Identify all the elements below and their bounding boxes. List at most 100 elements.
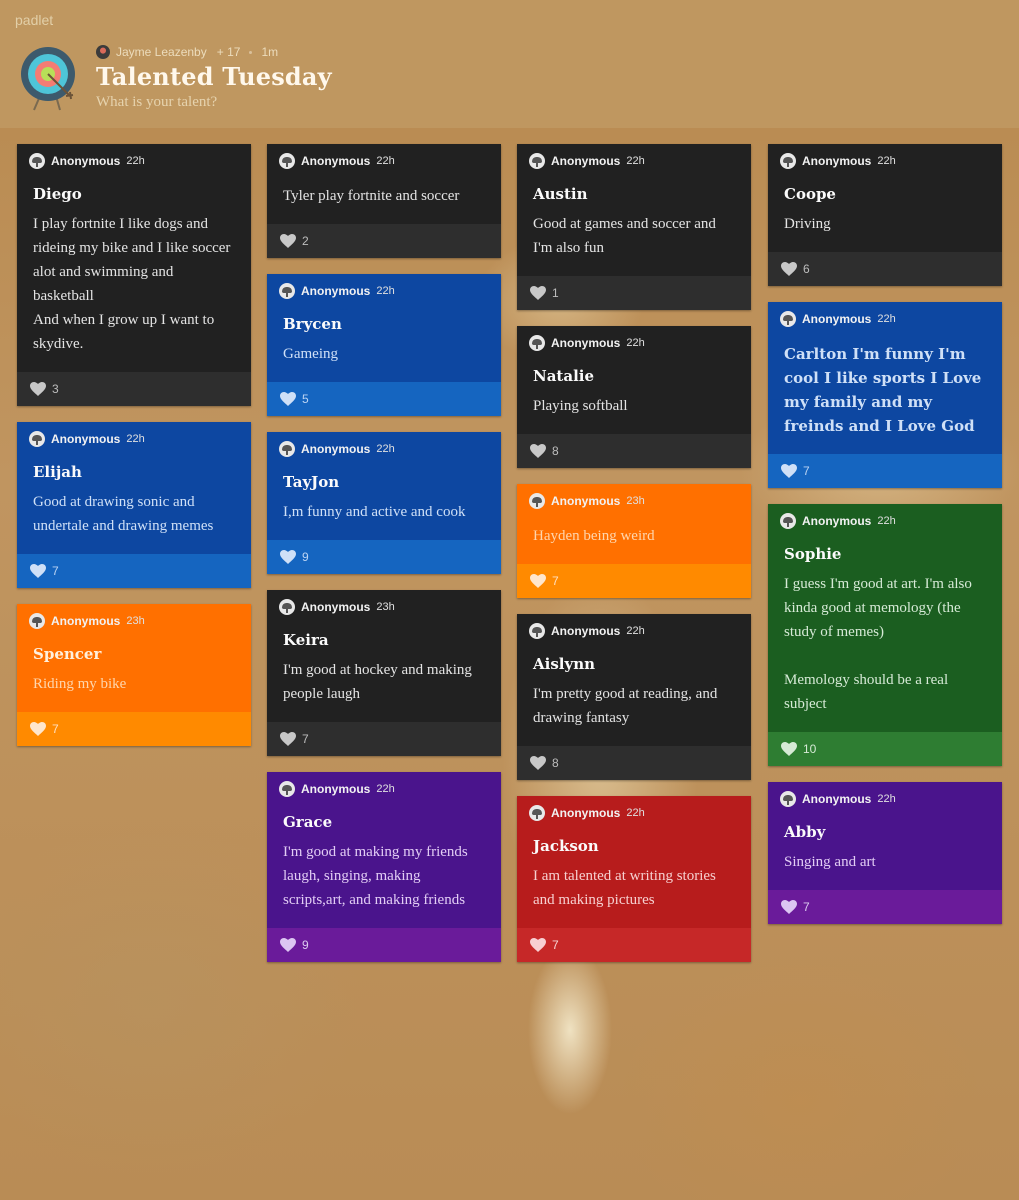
post-header: Anonymous 22h xyxy=(780,791,986,807)
post-card[interactable]: Anonymous 22h Tyler play fortnite and so… xyxy=(267,144,501,258)
heart-icon[interactable] xyxy=(781,900,797,914)
post-card[interactable]: Anonymous 22h Carlton I'm funny I'm cool… xyxy=(768,302,1002,488)
heart-icon[interactable] xyxy=(30,382,46,396)
post-time: 23h xyxy=(626,495,645,507)
post-body: Driving xyxy=(784,216,831,232)
post-body: Riding my bike xyxy=(33,676,127,692)
heart-icon[interactable] xyxy=(530,938,546,952)
post-card[interactable]: Anonymous 22h Coope Driving 6 xyxy=(768,144,1002,286)
post-content: Anonymous 22h Jackson I am talented at w… xyxy=(517,796,751,928)
post-header: Anonymous 22h xyxy=(780,153,986,169)
post-footer: 2 xyxy=(267,224,501,258)
post-card[interactable]: Anonymous 22h Grace I'm good at making m… xyxy=(267,772,501,962)
post-column: Anonymous 22h Austin Good at games and s… xyxy=(517,144,751,962)
anonymous-avatar-icon xyxy=(529,623,545,639)
owner-name[interactable]: Jayme Leazenby xyxy=(116,45,207,59)
like-count: 8 xyxy=(552,444,559,458)
anonymous-avatar-icon xyxy=(529,153,545,169)
post-footer: 9 xyxy=(267,928,501,962)
post-card[interactable]: Anonymous 22h Diego I play fortnite I li… xyxy=(17,144,251,406)
post-time: 22h xyxy=(126,155,145,167)
post-card[interactable]: Anonymous 23h Spencer Riding my bike 7 xyxy=(17,604,251,746)
post-body: Playing softball xyxy=(533,398,628,414)
post-author: Anonymous xyxy=(551,336,621,350)
anonymous-avatar-icon xyxy=(780,311,796,327)
post-content: Anonymous 22h Sophie I guess I'm good at… xyxy=(768,504,1002,732)
post-author: Anonymous xyxy=(802,312,872,326)
post-card[interactable]: Anonymous 22h Elijah Good at drawing son… xyxy=(17,422,251,588)
separator-dot xyxy=(249,50,253,54)
like-count: 7 xyxy=(52,722,59,736)
heart-icon[interactable] xyxy=(30,722,46,736)
post-card[interactable]: Anonymous 22h Jackson I am talented at w… xyxy=(517,796,751,962)
post-footer: 9 xyxy=(267,540,501,574)
post-title: Carlton I'm funny I'm cool I like sports… xyxy=(784,345,982,435)
post-time: 22h xyxy=(126,433,145,445)
post-body: Tyler play fortnite and soccer xyxy=(283,188,460,204)
post-author: Anonymous xyxy=(301,284,371,298)
post-content: Anonymous 22h Elijah Good at drawing son… xyxy=(17,422,251,554)
post-content: Anonymous 22h Carlton I'm funny I'm cool… xyxy=(768,302,1002,454)
post-header: Anonymous 22h xyxy=(780,513,986,529)
padlet-logo-link[interactable]: padlet xyxy=(15,12,53,28)
contributors-count[interactable]: + 17 xyxy=(217,45,241,59)
post-title: Sophie xyxy=(784,545,842,563)
heart-icon[interactable] xyxy=(280,392,296,406)
post-header: Anonymous 22h xyxy=(279,283,485,299)
anonymous-avatar-icon xyxy=(529,493,545,509)
post-time: 23h xyxy=(376,601,395,613)
post-time: 23h xyxy=(126,615,145,627)
post-card[interactable]: Anonymous 23h Keira I'm good at hockey a… xyxy=(267,590,501,756)
heart-icon[interactable] xyxy=(781,742,797,756)
heart-icon[interactable] xyxy=(530,286,546,300)
post-card[interactable]: Anonymous 22h Austin Good at games and s… xyxy=(517,144,751,310)
heart-icon[interactable] xyxy=(781,464,797,478)
heart-icon[interactable] xyxy=(280,732,296,746)
anonymous-avatar-icon xyxy=(529,805,545,821)
post-content: Anonymous 22h Aislynn I'm pretty good at… xyxy=(517,614,751,746)
post-footer: 3 xyxy=(17,372,251,406)
post-footer: 8 xyxy=(517,746,751,780)
post-author: Anonymous xyxy=(301,600,371,614)
heart-icon[interactable] xyxy=(280,938,296,952)
like-count: 5 xyxy=(302,392,309,406)
post-column: Anonymous 22h Coope Driving 6 Anonymous xyxy=(768,144,1002,924)
post-card[interactable]: Anonymous 22h Sophie I guess I'm good at… xyxy=(768,504,1002,766)
owner-avatar[interactable] xyxy=(96,45,110,59)
post-card[interactable]: Anonymous 22h Aislynn I'm pretty good at… xyxy=(517,614,751,780)
heart-icon[interactable] xyxy=(530,756,546,770)
post-body: Gameing xyxy=(283,346,338,362)
like-count: 9 xyxy=(302,938,309,952)
post-header: Anonymous 23h xyxy=(29,613,235,629)
like-count: 8 xyxy=(552,756,559,770)
post-author: Anonymous xyxy=(551,494,621,508)
post-card[interactable]: Anonymous 22h Natalie Playing softball 8 xyxy=(517,326,751,468)
post-card[interactable]: Anonymous 22h Abby Singing and art 7 xyxy=(768,782,1002,924)
heart-icon[interactable] xyxy=(781,262,797,276)
post-card[interactable]: Anonymous 22h TayJon I,m funny and activ… xyxy=(267,432,501,574)
post-time: 22h xyxy=(376,443,395,455)
post-body: I'm pretty good at reading, and drawing … xyxy=(533,686,718,726)
heart-icon[interactable] xyxy=(530,444,546,458)
post-card[interactable]: Anonymous 22h Brycen Gameing 5 xyxy=(267,274,501,416)
post-body: I'm good at hockey and making people lau… xyxy=(283,662,472,702)
heart-icon[interactable] xyxy=(30,564,46,578)
target-icon xyxy=(21,47,75,111)
heart-icon[interactable] xyxy=(280,234,296,248)
post-title: Keira xyxy=(283,631,329,649)
post-time: 22h xyxy=(376,783,395,795)
post-author: Anonymous xyxy=(802,792,872,806)
post-time: 22h xyxy=(877,313,896,325)
post-body: I guess I'm good at art. I'm also kinda … xyxy=(784,576,972,712)
post-header: Anonymous 22h xyxy=(279,441,485,457)
post-header: Anonymous 22h xyxy=(29,431,235,447)
post-card[interactable]: Anonymous 23h Hayden being weird 7 xyxy=(517,484,751,598)
post-header: Anonymous 22h xyxy=(529,153,735,169)
post-footer: 7 xyxy=(17,554,251,588)
heart-icon[interactable] xyxy=(530,574,546,588)
post-body: Good at games and soccer and I'm also fu… xyxy=(533,216,716,256)
anonymous-avatar-icon xyxy=(780,153,796,169)
like-count: 7 xyxy=(552,574,559,588)
like-count: 7 xyxy=(803,900,810,914)
heart-icon[interactable] xyxy=(280,550,296,564)
